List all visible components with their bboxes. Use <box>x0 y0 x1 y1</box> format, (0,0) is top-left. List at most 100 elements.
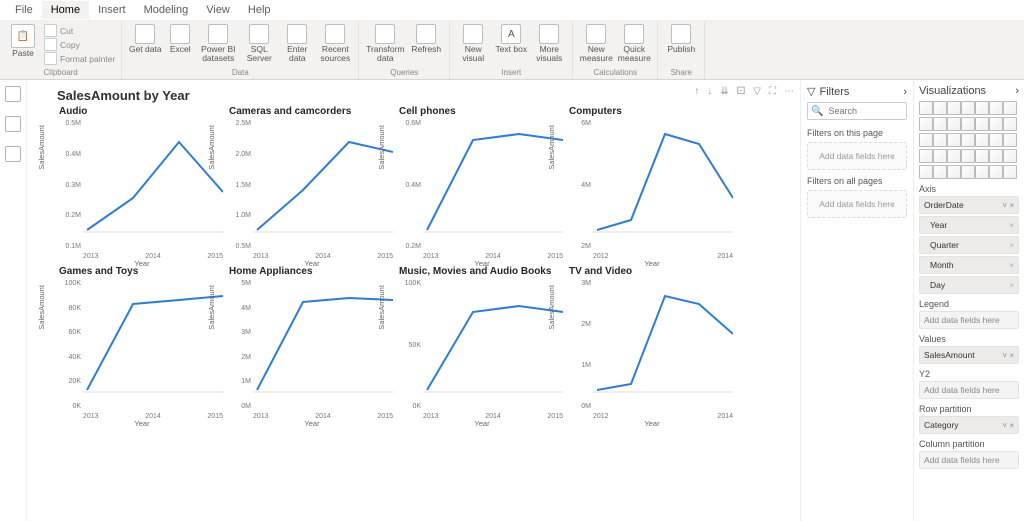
y2-well[interactable]: Add data fields here <box>919 381 1019 399</box>
recent-sources-button[interactable]: Recent sources <box>316 23 354 64</box>
viz-type-icon[interactable] <box>933 149 947 163</box>
menu-home[interactable]: Home <box>42 1 89 19</box>
filters-all-pages-well[interactable]: Add data fields here <box>807 190 907 218</box>
menu-modeling[interactable]: Modeling <box>135 1 198 19</box>
get-data-button[interactable]: Get data <box>126 23 164 55</box>
y-axis-label: SalesAmount <box>207 285 216 330</box>
small-multiple[interactable]: TV and Video SalesAmount 3M2M1M0M 201220… <box>567 266 737 426</box>
axis-field[interactable]: OrderDate˅ × <box>919 196 1019 214</box>
viz-type-icon[interactable] <box>947 165 961 179</box>
viz-type-icon[interactable] <box>1003 101 1017 115</box>
viz-type-icon[interactable] <box>989 101 1003 115</box>
filters-search[interactable]: 🔍 <box>807 102 907 120</box>
viz-type-icon[interactable] <box>975 117 989 131</box>
viz-type-icon[interactable] <box>933 101 947 115</box>
drill-down-icon[interactable]: ↓ <box>707 86 712 97</box>
viz-type-icon[interactable] <box>919 117 933 131</box>
new-visual-button[interactable]: New visual <box>454 23 492 64</box>
cut-button[interactable]: Cut <box>44 24 73 37</box>
ribbon-group-insert: New visual AText box More visuals Insert <box>450 21 573 79</box>
viz-type-icon[interactable] <box>919 165 933 179</box>
filters-collapse-icon[interactable]: › <box>903 86 907 98</box>
sql-server-button[interactable]: SQL Server <box>240 23 278 64</box>
report-view-icon[interactable] <box>5 86 21 102</box>
more-options-icon[interactable]: ⋯ <box>784 86 794 97</box>
filters-on-page-well[interactable]: Add data fields here <box>807 142 907 170</box>
small-multiple[interactable]: Audio SalesAmount 0.5M0.4M0.3M0.2M0.1M 2… <box>57 106 227 266</box>
copy-button[interactable]: Copy <box>44 38 80 51</box>
viz-type-icon[interactable] <box>919 101 933 115</box>
viz-type-icon[interactable] <box>975 149 989 163</box>
col-partition-well[interactable]: Add data fields here <box>919 451 1019 469</box>
viz-type-icon[interactable] <box>961 149 975 163</box>
excel-button[interactable]: Excel <box>164 23 196 55</box>
report-canvas[interactable]: ↑ ↓ ⇊ ⚀ ▽ ⛶ ⋯ SalesAmount by Year Audio … <box>27 80 800 521</box>
menu-file[interactable]: File <box>6 1 42 19</box>
viz-type-icon[interactable] <box>919 149 933 163</box>
axis-level-quarter[interactable]: Quarter× <box>919 236 1019 254</box>
refresh-button[interactable]: Refresh <box>407 23 445 55</box>
viz-type-icon[interactable] <box>961 101 975 115</box>
viz-type-icon[interactable] <box>989 165 1003 179</box>
expand-down-icon[interactable]: ⇊ <box>720 86 728 97</box>
data-view-icon[interactable] <box>5 116 21 132</box>
small-multiple[interactable]: Cameras and camcorders SalesAmount 2.5M2… <box>227 106 397 266</box>
viz-type-icon[interactable] <box>989 133 1003 147</box>
viz-type-icon[interactable] <box>933 165 947 179</box>
menu-insert[interactable]: Insert <box>89 1 135 19</box>
viz-type-icon[interactable] <box>975 101 989 115</box>
hierarchy-icon[interactable]: ⚀ <box>737 86 746 97</box>
menu-view[interactable]: View <box>197 1 239 19</box>
viz-collapse-icon[interactable]: › <box>1015 85 1019 97</box>
focus-mode-icon[interactable]: ⛶ <box>769 86 776 97</box>
new-measure-button[interactable]: New measure <box>577 23 615 64</box>
quick-measure-button[interactable]: Quick measure <box>615 23 653 64</box>
text-box-button[interactable]: AText box <box>492 23 530 55</box>
viz-type-icon[interactable] <box>947 149 961 163</box>
small-multiple[interactable]: Home Appliances SalesAmount 5M4M3M2M1M0M… <box>227 266 397 426</box>
viz-type-icon[interactable] <box>989 117 1003 131</box>
axis-level-day[interactable]: Day× <box>919 276 1019 294</box>
viz-type-icon[interactable] <box>933 117 947 131</box>
filter-icon[interactable]: ▽ <box>753 86 761 97</box>
paste-button[interactable]: 📋Paste <box>4 23 42 59</box>
publish-button[interactable]: Publish <box>662 23 700 55</box>
drill-up-icon[interactable]: ↑ <box>694 86 699 97</box>
axis-level-year[interactable]: Year× <box>919 216 1019 234</box>
format-painter-button[interactable]: Format painter <box>44 52 115 65</box>
viz-type-icon[interactable] <box>989 149 1003 163</box>
ribbon-group-calculations: New measure Quick measure Calculations <box>573 21 658 79</box>
viz-type-icon[interactable] <box>947 133 961 147</box>
viz-type-icon[interactable] <box>919 133 933 147</box>
viz-type-icon[interactable] <box>961 133 975 147</box>
viz-type-icon[interactable] <box>1003 149 1017 163</box>
viz-type-icon[interactable] <box>947 101 961 115</box>
small-multiple[interactable]: Computers SalesAmount 6M4M2M 20122014 Ye… <box>567 106 737 266</box>
viz-type-icon[interactable] <box>933 133 947 147</box>
values-field[interactable]: SalesAmount˅ × <box>919 346 1019 364</box>
model-view-icon[interactable] <box>5 146 21 162</box>
small-multiple[interactable]: Games and Toys SalesAmount 100K80K60K40K… <box>57 266 227 426</box>
viz-type-icon[interactable] <box>961 117 975 131</box>
pbi-datasets-button[interactable]: Power BI datasets <box>196 23 240 64</box>
viz-type-icon[interactable] <box>961 165 975 179</box>
viz-type-icon[interactable] <box>1003 117 1017 131</box>
filters-search-input[interactable] <box>826 105 903 117</box>
small-multiple[interactable]: Music, Movies and Audio Books SalesAmoun… <box>397 266 567 426</box>
viz-type-icon[interactable] <box>1003 165 1017 179</box>
legend-well[interactable]: Add data fields here <box>919 311 1019 329</box>
pbi-datasets-icon <box>208 24 228 44</box>
filters-icon: ▽ <box>807 85 815 98</box>
viz-type-icon[interactable] <box>975 165 989 179</box>
viz-type-icon[interactable] <box>1003 133 1017 147</box>
enter-data-button[interactable]: Enter data <box>278 23 316 64</box>
row-partition-field[interactable]: Category˅ × <box>919 416 1019 434</box>
more-visuals-button[interactable]: More visuals <box>530 23 568 64</box>
transform-data-button[interactable]: Transform data <box>363 23 407 64</box>
axis-level-month[interactable]: Month× <box>919 256 1019 274</box>
line-chart <box>83 122 223 234</box>
menu-help[interactable]: Help <box>239 1 280 19</box>
viz-type-icon[interactable] <box>975 133 989 147</box>
viz-type-icon[interactable] <box>947 117 961 131</box>
small-multiple[interactable]: Cell phones SalesAmount 0.6M0.4M0.2M 201… <box>397 106 567 266</box>
